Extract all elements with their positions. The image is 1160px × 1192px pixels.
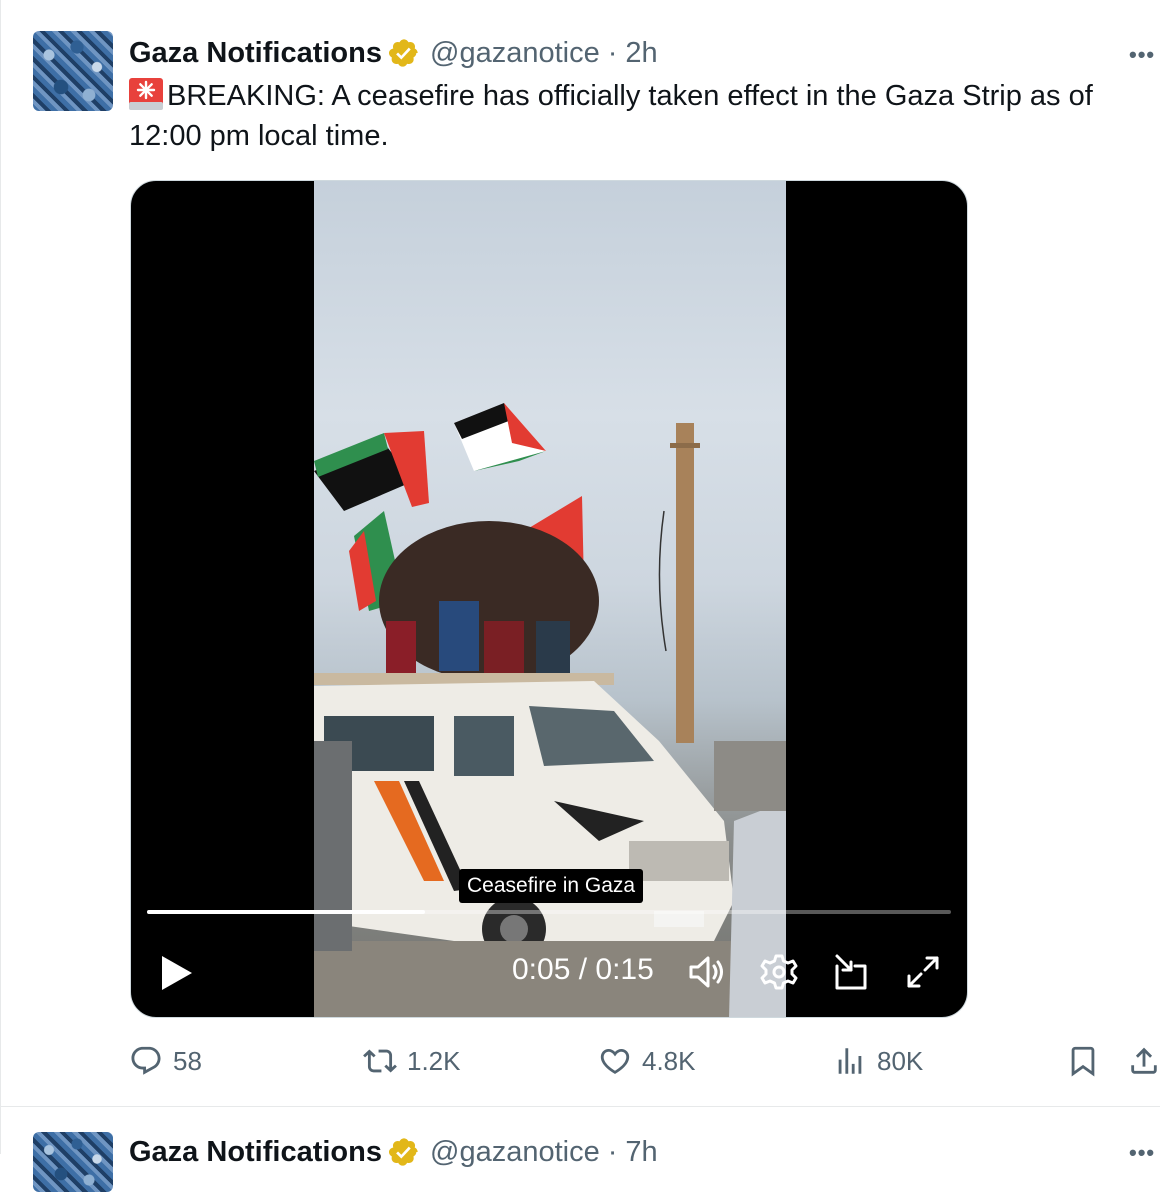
like-icon: [600, 1048, 630, 1074]
share-button[interactable]: [1127, 1044, 1160, 1078]
timestamp[interactable]: 7h: [625, 1136, 657, 1169]
tweet[interactable]: Gaza Notifications @gazanotice · 2h •••: [0, 0, 1160, 1106]
verified-badge-icon[interactable]: [388, 37, 420, 69]
tweet-header: Gaza Notifications @gazanotice · 7h: [129, 1132, 658, 1172]
author-handle[interactable]: @gazanotice: [430, 37, 600, 70]
share-icon: [1131, 1047, 1157, 1074]
video-progress-fill: [147, 910, 426, 914]
tweet-divider: [0, 1106, 1160, 1107]
like-count: 4.8K: [642, 1045, 696, 1076]
author-name[interactable]: Gaza Notifications: [129, 37, 382, 70]
reply-button[interactable]: 58: [129, 1044, 202, 1078]
more-icon[interactable]: •••: [1129, 1140, 1155, 1166]
volume-icon[interactable]: [687, 952, 727, 992]
more-icon[interactable]: •••: [1129, 42, 1155, 68]
views-button[interactable]: 80K: [833, 1044, 923, 1078]
video-time: 0:05 / 0:15: [512, 953, 654, 986]
repost-count: 1.2K: [407, 1045, 461, 1076]
tweet-actions: 58 1.2K 4.8K 80K: [0, 1044, 1160, 1084]
siren-icon: [129, 78, 163, 110]
repost-icon: [363, 1049, 397, 1073]
author-handle[interactable]: @gazanotice: [430, 1136, 600, 1169]
tweet-text: BREAKING: A ceasefire has officially tak…: [129, 76, 1159, 156]
tweet-header: Gaza Notifications @gazanotice · 2h: [129, 33, 658, 73]
views-icon: [838, 1048, 862, 1074]
video-caption: Ceasefire in Gaza: [459, 869, 644, 903]
separator: ·: [607, 36, 618, 69]
views-count: 80K: [877, 1045, 924, 1076]
reply-icon: [131, 1046, 161, 1075]
video-progress-bar[interactable]: [147, 910, 951, 914]
avatar[interactable]: [33, 1132, 113, 1192]
author-name[interactable]: Gaza Notifications: [129, 1136, 382, 1169]
bookmark-icon: [1071, 1046, 1095, 1077]
separator: ·: [607, 1135, 618, 1168]
avatar[interactable]: [33, 31, 113, 111]
repost-button[interactable]: 1.2K: [363, 1044, 461, 1078]
like-button[interactable]: 4.8K: [598, 1044, 696, 1078]
bookmark-button[interactable]: [1066, 1044, 1110, 1078]
verified-badge-icon[interactable]: [388, 1136, 420, 1168]
settings-gear-icon[interactable]: [759, 952, 799, 992]
fullscreen-icon[interactable]: [903, 952, 943, 992]
pip-icon[interactable]: [831, 952, 871, 992]
timestamp[interactable]: 2h: [625, 37, 657, 70]
reply-count: 58: [173, 1045, 202, 1076]
tweet-body: BREAKING: A ceasefire has officially tak…: [129, 80, 1093, 152]
play-icon[interactable]: [159, 953, 195, 993]
